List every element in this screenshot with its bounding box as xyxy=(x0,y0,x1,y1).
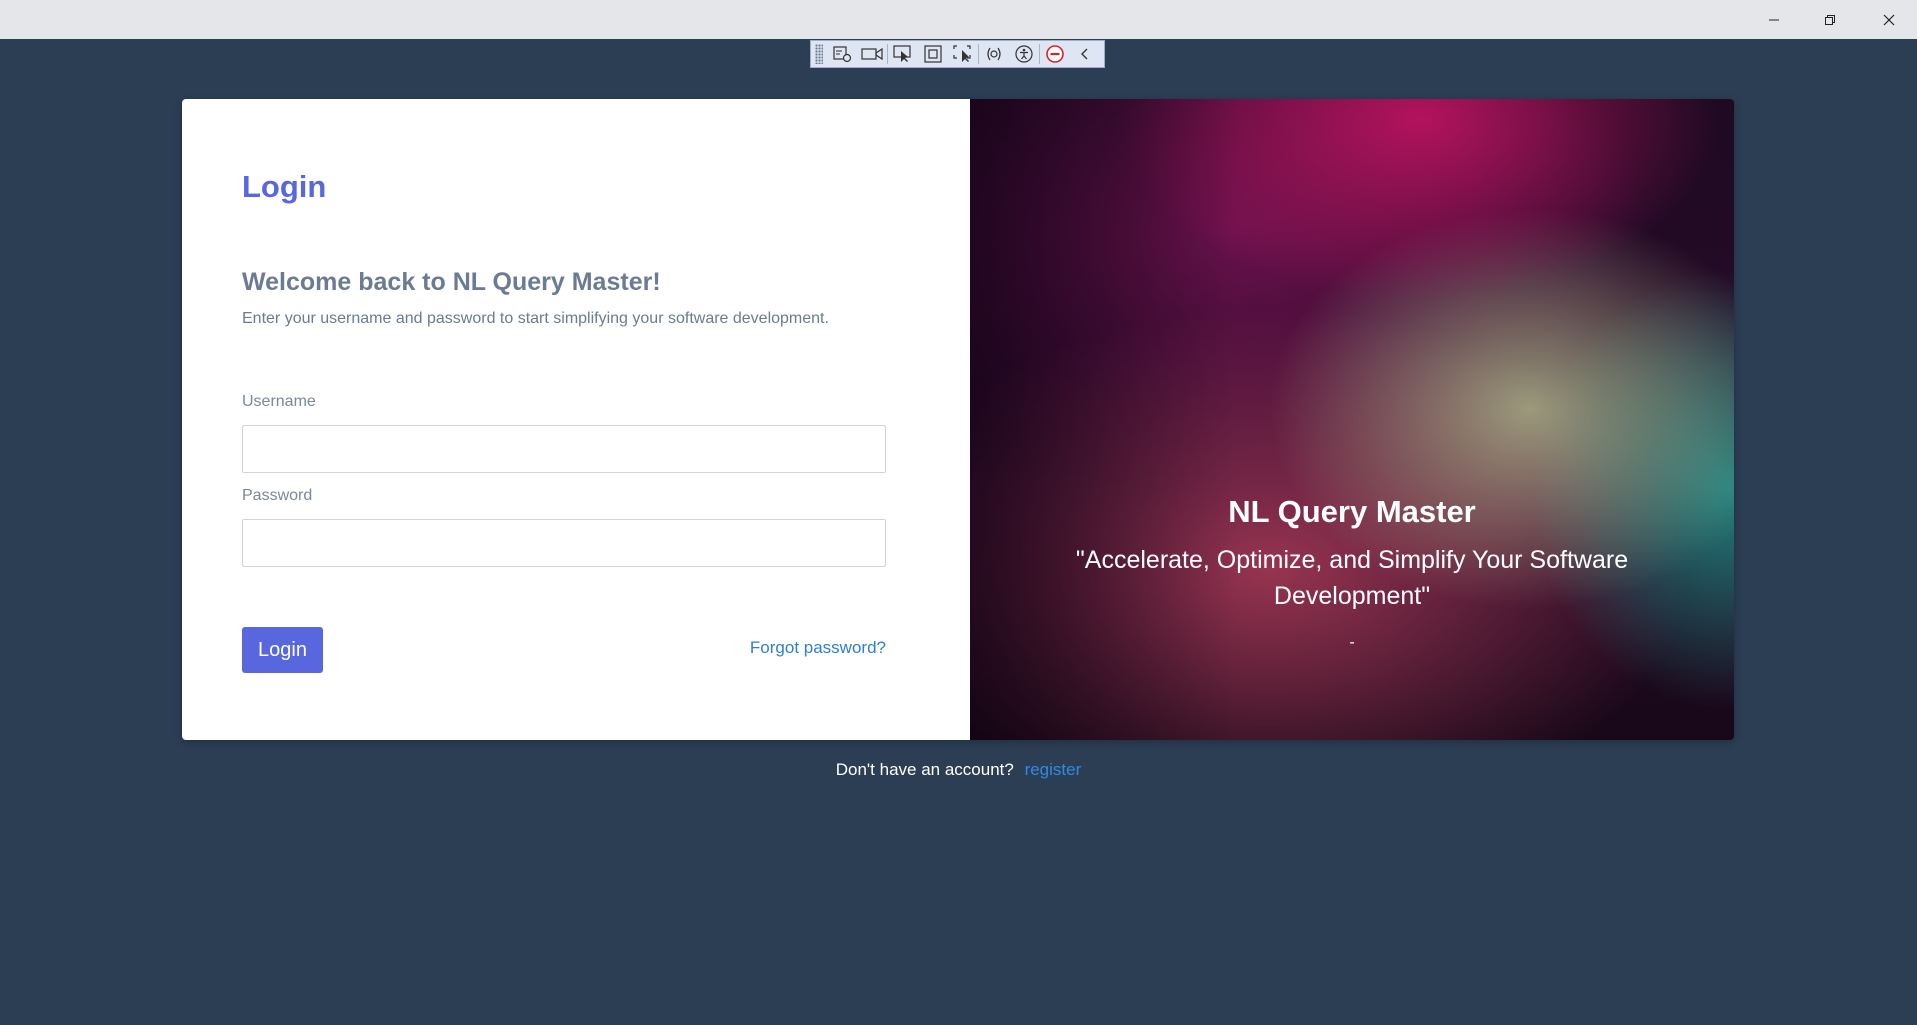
close-icon xyxy=(1883,14,1895,25)
accessibility-button[interactable] xyxy=(1009,41,1039,67)
intro-text: Enter your username and password to star… xyxy=(242,310,829,327)
accessibility-icon xyxy=(1015,45,1033,63)
register-prompt-text: Don't have an account? xyxy=(835,760,1014,779)
login-button[interactable]: Login xyxy=(242,627,323,673)
collapse-icon xyxy=(1081,48,1088,60)
password-input[interactable] xyxy=(242,519,886,567)
register-link[interactable]: register xyxy=(1025,760,1082,779)
minimize-icon xyxy=(1769,19,1779,20)
binding-failures-icon xyxy=(987,47,1001,61)
live-visual-tree-icon xyxy=(833,46,852,63)
register-prompt: Don't have an account? register xyxy=(0,760,1917,780)
promo-tagline: "Accelerate, Optimize, and Simplify Your… xyxy=(1075,546,1629,610)
display-layout-adorners-icon xyxy=(924,45,942,63)
hot-reload-stop-button[interactable] xyxy=(1040,41,1070,67)
hot-reload-stop-icon xyxy=(1046,45,1064,63)
promo-attribution: - xyxy=(1349,634,1355,651)
minimize-button[interactable] xyxy=(1746,0,1802,39)
live-visual-tree-button[interactable] xyxy=(827,41,857,67)
username-label: Username xyxy=(242,393,316,410)
window-titlebar xyxy=(0,0,1917,39)
forgot-password-link[interactable]: Forgot password? xyxy=(750,638,886,658)
restore-icon xyxy=(1825,14,1835,25)
promo-panel: NL Query Master "Accelerate, Optimize, a… xyxy=(970,99,1734,740)
record-icon xyxy=(861,47,883,61)
close-button[interactable] xyxy=(1861,0,1917,39)
login-card: Login Welcome back to NL Query Master! E… xyxy=(182,99,1734,740)
username-input[interactable] xyxy=(242,425,886,473)
welcome-heading: Welcome back to NL Query Master! xyxy=(242,268,661,296)
select-element-button[interactable] xyxy=(888,41,918,67)
collapse-toolbar-button[interactable] xyxy=(1070,41,1100,67)
password-label: Password xyxy=(242,487,313,504)
record-button[interactable] xyxy=(857,41,887,67)
restore-button[interactable] xyxy=(1802,0,1858,39)
toolbar-grip-icon[interactable] xyxy=(815,44,823,64)
debug-toolbar xyxy=(810,40,1105,68)
select-element-icon xyxy=(893,45,911,62)
login-form-panel: Login Welcome back to NL Query Master! E… xyxy=(182,99,970,740)
track-focus-icon xyxy=(953,45,971,62)
track-focus-button[interactable] xyxy=(948,41,978,67)
binding-failures-button[interactable] xyxy=(979,41,1009,67)
page-title: Login xyxy=(242,169,327,204)
brand-name: NL Query Master xyxy=(1228,494,1476,529)
display-layout-adorners-button[interactable] xyxy=(918,41,948,67)
